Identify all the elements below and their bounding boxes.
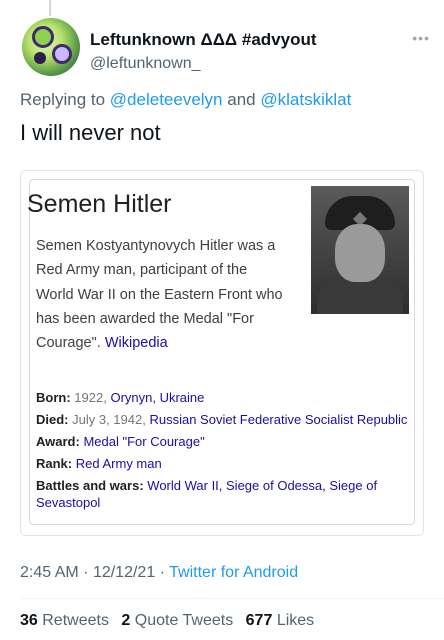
fact-value: July 3, 1942, (72, 412, 146, 427)
fact-link[interactable]: Orynyn, Ukraine (110, 390, 204, 405)
fact-row-born: Born: 1922, Orynyn, Ukraine (36, 389, 408, 406)
source-link[interactable]: Wikipedia (105, 335, 168, 351)
likes-stat[interactable]: 677 Likes (246, 612, 315, 629)
fact-key: Born: (36, 390, 71, 405)
client-app-link[interactable]: Twitter for Android (169, 564, 298, 581)
tweet-text: I will never not (20, 120, 161, 145)
replying-to-line: Replying to @deleteevelyn and @klatskikl… (20, 90, 351, 110)
fact-link[interactable]: Medal "For Courage" (83, 434, 204, 449)
meta-separator: · (83, 564, 89, 581)
portrait-photo (311, 186, 409, 314)
knowledge-panel-facts: Born: 1922, Orynyn, Ukraine Died: July 3… (36, 389, 408, 516)
knowledge-panel-title: Semen Hitler (27, 190, 172, 218)
fact-key: Award: (36, 434, 80, 449)
fact-value: 1922, (74, 390, 107, 405)
avatar[interactable] (22, 18, 80, 76)
knowledge-panel-description: Semen Kostyantynovych Hitler was a Red A… (36, 234, 286, 355)
tweet-date[interactable]: 12/12/21 (93, 564, 155, 581)
replying-prefix: Replying to (20, 90, 106, 109)
portrait-face-shape (335, 224, 385, 282)
avatar-art-shape (32, 26, 54, 48)
fact-row-award: Award: Medal "For Courage" (36, 433, 408, 450)
thread-connector-line (49, 0, 51, 16)
fact-row-rank: Rank: Red Army man (36, 455, 408, 472)
divider (20, 598, 444, 599)
retweets-count: 36 (20, 612, 38, 629)
fact-key: Died: (36, 412, 69, 427)
likes-label: Likes (276, 612, 315, 629)
fact-link[interactable]: Red Army man (76, 456, 162, 471)
meta-separator: · (159, 564, 165, 581)
avatar-art-shape (52, 44, 72, 64)
engagement-stats: 36 Retweets 2 Quote Tweets 677 Likes (20, 612, 314, 630)
author-handle[interactable]: @leftunknown_ (90, 55, 201, 73)
portrait-collar-shape (317, 282, 403, 314)
tweet-metadata: 2:45 AM · 12/12/21 · Twitter for Android (20, 564, 298, 582)
fact-row-died: Died: July 3, 1942, Russian Soviet Feder… (36, 411, 408, 428)
avatar-art-shape (34, 52, 46, 64)
replying-joiner: and (227, 90, 256, 109)
tweet-time[interactable]: 2:45 AM (20, 564, 79, 581)
retweets-stat[interactable]: 36 Retweets (20, 612, 109, 629)
fact-key: Battles and wars: (36, 478, 144, 493)
more-options-icon[interactable]: ••• (412, 30, 430, 46)
author-display-name[interactable]: Leftunknown ΔΔΔ #advyout (90, 30, 317, 50)
mention-link[interactable]: @klatskiklat (260, 90, 351, 109)
quote-tweets-stat[interactable]: 2 Quote Tweets (121, 612, 233, 629)
fact-link[interactable]: Russian Soviet Federative Socialist Repu… (149, 412, 407, 427)
mention-link[interactable]: @deleteevelyn (110, 90, 223, 109)
fact-key: Rank: (36, 456, 73, 471)
quote-tweets-count: 2 (121, 612, 131, 629)
retweets-label: Retweets (42, 612, 109, 629)
quote-tweets-label: Quote Tweets (134, 612, 234, 629)
fact-row-battles: Battles and wars: World War II, Siege of… (36, 477, 408, 511)
likes-count: 677 (245, 612, 273, 629)
